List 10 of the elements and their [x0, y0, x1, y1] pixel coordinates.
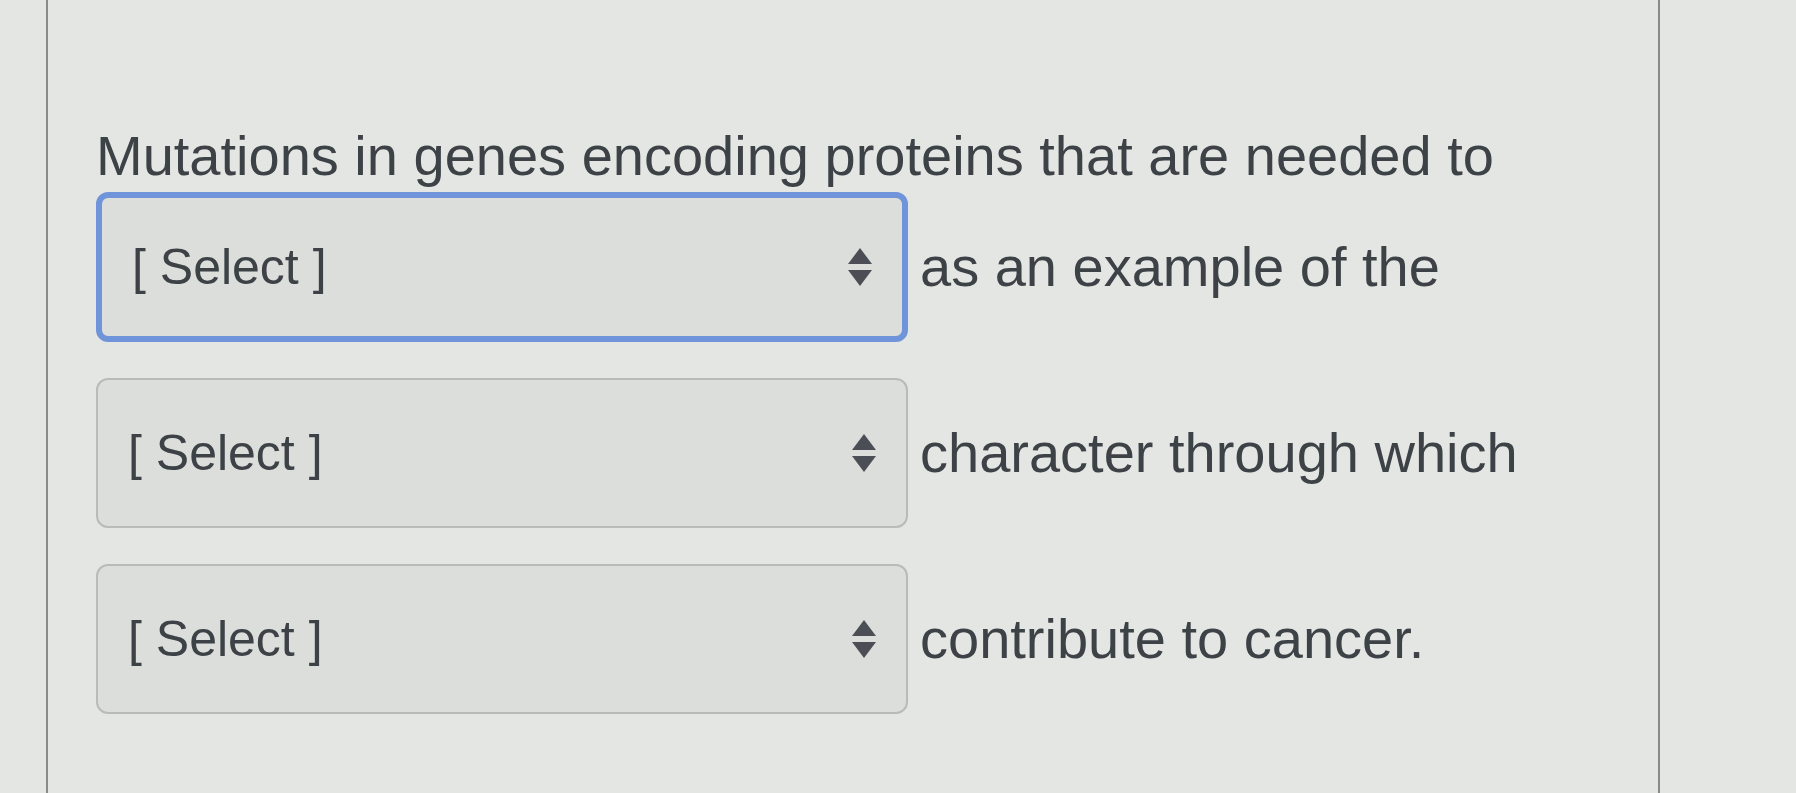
select-dropdown[interactable]: [ Select ]: [96, 564, 908, 714]
up-down-arrows-icon: [852, 620, 876, 658]
question-text: Mutations in genes encoding proteins that are needed to: [96, 124, 1494, 188]
up-down-arrows-icon: [852, 434, 876, 472]
select-dropdown[interactable]: [ Select ]: [96, 192, 908, 342]
sentence-text: contribute to cancer.: [920, 607, 1425, 671]
select-dropdown[interactable]: [ Select ]: [96, 378, 908, 528]
up-down-arrows-icon: [848, 248, 872, 286]
sentence-text: as an example of the: [920, 235, 1440, 299]
sentence-text: character through which: [920, 421, 1518, 485]
